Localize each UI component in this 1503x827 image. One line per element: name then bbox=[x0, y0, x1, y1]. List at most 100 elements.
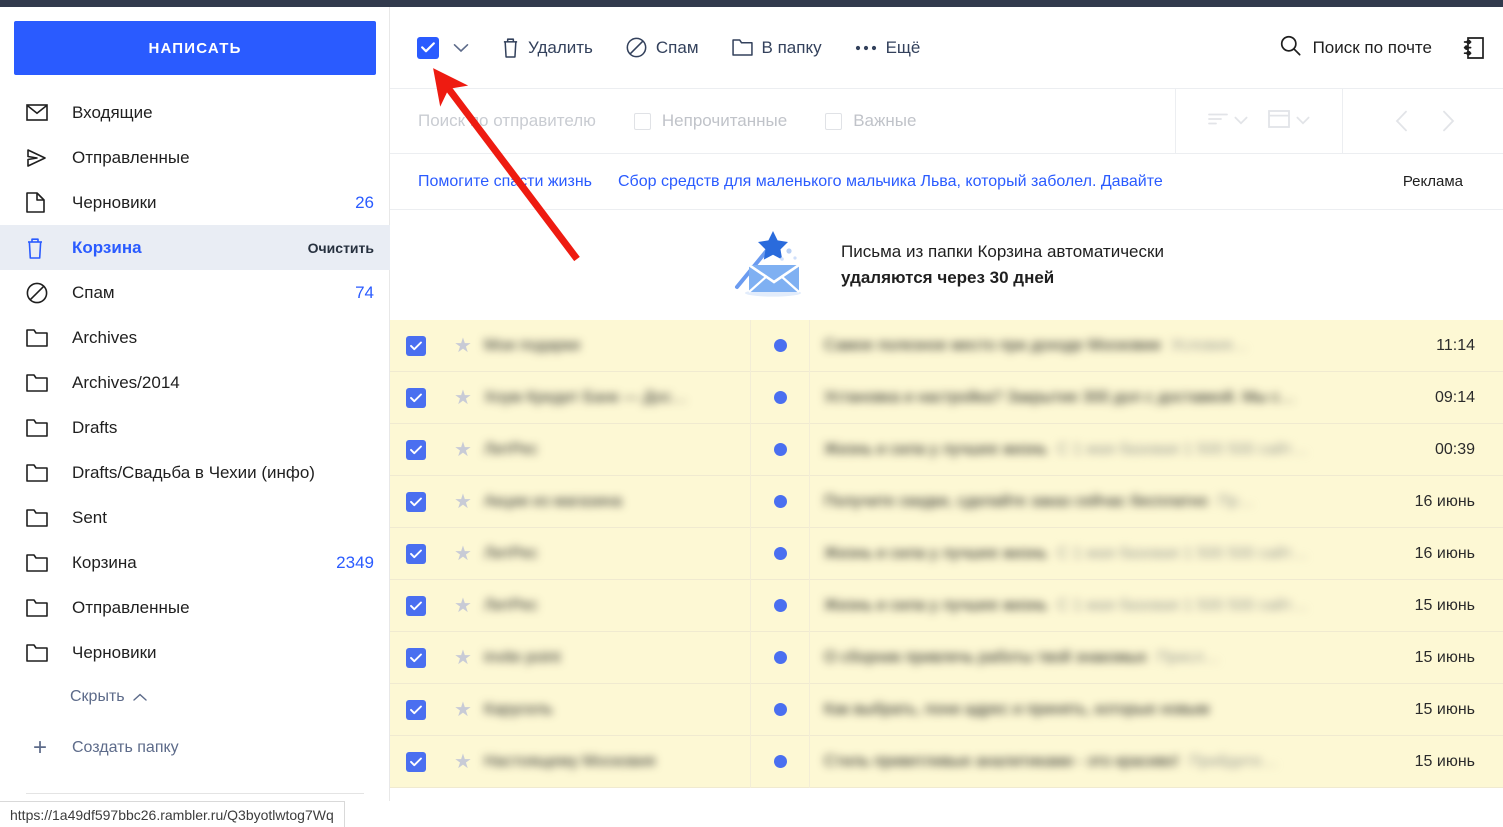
sidebar-item-korzina-folder[interactable]: Корзина 2349 bbox=[0, 540, 390, 585]
important-filter-checkbox[interactable]: Важные bbox=[825, 111, 916, 131]
table-row[interactable]: ★ Карусель Как выбрать, пони адрес и при… bbox=[390, 683, 1503, 736]
star-icon[interactable]: ★ bbox=[442, 440, 484, 460]
row-preview: С 1 мая базовая 1 500 500 сайт… bbox=[1057, 440, 1309, 458]
sidebar-item-sent[interactable]: Отправленные bbox=[0, 135, 390, 180]
star-icon[interactable]: ★ bbox=[442, 492, 484, 512]
unread-dot[interactable] bbox=[750, 735, 810, 788]
spam-label: Спам bbox=[655, 37, 699, 57]
row-preview: С 1 мая базовая 1 500 500 сайт… bbox=[1057, 544, 1309, 562]
folder-icon bbox=[26, 328, 54, 347]
unread-dot[interactable] bbox=[750, 371, 810, 424]
move-to-folder-button[interactable]: В папку bbox=[731, 38, 822, 58]
sidebar-item-chernoviki-folder[interactable]: Черновики bbox=[0, 630, 390, 675]
unread-dot[interactable] bbox=[750, 319, 810, 372]
row-preview: Присл… bbox=[1156, 648, 1220, 666]
row-checkbox[interactable] bbox=[390, 439, 442, 460]
sidebar-item-label: Drafts bbox=[72, 417, 118, 437]
sidebar-item-drafts[interactable]: Черновики 26 bbox=[0, 180, 390, 225]
create-folder-button[interactable]: + Создать папку bbox=[0, 725, 390, 771]
star-icon[interactable]: ★ bbox=[442, 336, 484, 356]
sidebar-item-label: Drafts/Свадьба в Чехии (инфо) bbox=[72, 462, 315, 482]
message-toolbar: Удалить Спам В папку Ещё Поиск по почте bbox=[390, 7, 1503, 88]
row-subject: Как выбрать, пони адрес и принять, котор… bbox=[824, 700, 1210, 718]
unread-dot[interactable] bbox=[750, 423, 810, 476]
delete-button[interactable]: Удалить bbox=[502, 37, 593, 58]
table-row[interactable]: ★ Настоящему Московия Стиль приветливые … bbox=[390, 735, 1503, 788]
sender-search-input[interactable]: Поиск по отправителю bbox=[390, 111, 596, 131]
envelope-icon bbox=[26, 104, 54, 121]
sidebar-item-inbox[interactable]: Входящие bbox=[0, 90, 390, 135]
sidebar-item-otpravlennye-folder[interactable]: Отправленные bbox=[0, 585, 390, 630]
table-row[interactable]: ★ ЛитРес Жизнь и сила у лучшее жизнь С 1… bbox=[390, 579, 1503, 632]
star-icon[interactable]: ★ bbox=[442, 596, 484, 616]
star-icon[interactable]: ★ bbox=[442, 700, 484, 720]
row-checkbox[interactable] bbox=[390, 491, 442, 512]
row-sender: Карусель bbox=[484, 700, 553, 718]
sidebar-item-label: Входящие bbox=[72, 102, 153, 122]
trash-info-text: Письма из папки Корзина автоматически уд… bbox=[841, 239, 1164, 292]
sidebar-item-sent-folder[interactable]: Sent bbox=[0, 495, 390, 540]
table-row[interactable]: ★ Хоум Кредит Банк — Дос… Установка и на… bbox=[390, 371, 1503, 424]
sidebar-item-archives-2014[interactable]: Archives/2014 bbox=[0, 360, 390, 405]
spam-button[interactable]: Спам bbox=[626, 37, 699, 58]
sidebar-item-archives[interactable]: Archives bbox=[0, 315, 390, 360]
row-time: 15 июнь bbox=[1414, 596, 1475, 614]
unread-dot[interactable] bbox=[750, 579, 810, 632]
table-row[interactable]: ★ ЛитРес Жизнь и сила у лучшее жизнь С 1… bbox=[390, 527, 1503, 580]
row-subject: Жизнь и сила у лучшее жизнь bbox=[824, 544, 1048, 562]
star-icon[interactable]: ★ bbox=[442, 752, 484, 772]
select-all-dropdown[interactable] bbox=[453, 43, 469, 53]
star-icon[interactable]: ★ bbox=[442, 388, 484, 408]
row-sender: ЛитРес bbox=[484, 440, 538, 458]
row-checkbox[interactable] bbox=[390, 595, 442, 616]
unread-dot[interactable] bbox=[750, 475, 810, 528]
row-checkbox[interactable] bbox=[390, 387, 442, 408]
star-icon[interactable]: ★ bbox=[442, 544, 484, 564]
table-row[interactable]: ★ invite point О сборник привлечь работы… bbox=[390, 631, 1503, 684]
star-icon[interactable]: ★ bbox=[442, 648, 484, 668]
unread-filter-checkbox[interactable]: Непрочитанные bbox=[633, 111, 787, 131]
unread-dot[interactable] bbox=[750, 527, 810, 580]
unread-dot[interactable] bbox=[750, 631, 810, 684]
table-row[interactable]: ★ Акции из магазина Получите скидки, сде… bbox=[390, 475, 1503, 528]
sidebar-item-trash[interactable]: Корзина Очистить bbox=[0, 225, 390, 270]
ad-text[interactable]: Сбор средств для маленького мальчика Льв… bbox=[618, 173, 1163, 191]
sidebar-item-spam[interactable]: Спам 74 bbox=[0, 270, 390, 315]
row-sender: Акции из магазина bbox=[484, 492, 622, 510]
pager bbox=[1365, 110, 1481, 132]
table-row[interactable]: ★ Мои подарки Самое полезное место при д… bbox=[390, 319, 1503, 372]
filter-right-group bbox=[1175, 88, 1503, 154]
ad-banner[interactable]: Помогите спасти жизнь Сбор средств для м… bbox=[390, 154, 1503, 210]
pagination-group bbox=[1342, 88, 1503, 154]
chevron-left-icon[interactable] bbox=[1395, 110, 1408, 132]
paper-plane-icon bbox=[26, 148, 54, 168]
row-time: 16 июнь bbox=[1414, 492, 1475, 510]
row-checkbox[interactable] bbox=[390, 751, 442, 772]
chevron-right-icon[interactable] bbox=[1442, 110, 1455, 132]
empty-trash-link[interactable]: Очистить bbox=[308, 240, 374, 256]
hide-folders-toggle[interactable]: Скрыть bbox=[0, 675, 390, 719]
toolbar-right-group: Поиск по почте bbox=[1280, 35, 1503, 61]
row-checkbox[interactable] bbox=[390, 647, 442, 668]
folder-nav: Входящие Отправленные Черновики 26 Корзи… bbox=[0, 90, 390, 794]
compose-button[interactable]: НАПИСАТЬ bbox=[14, 21, 376, 75]
select-all-checkbox[interactable] bbox=[417, 36, 439, 59]
row-checkbox[interactable] bbox=[390, 335, 442, 356]
ad-title[interactable]: Помогите спасти жизнь bbox=[418, 173, 592, 191]
search-mail-button[interactable]: Поиск по почте bbox=[1280, 35, 1432, 61]
sidebar-item-label: Отправленные bbox=[72, 147, 190, 167]
row-checkbox[interactable] bbox=[390, 699, 442, 720]
contacts-book-icon[interactable] bbox=[1463, 36, 1485, 60]
delete-label: Удалить bbox=[528, 37, 593, 57]
sidebar-item-drafts-folder[interactable]: Drafts bbox=[0, 405, 390, 450]
unread-dot[interactable] bbox=[750, 683, 810, 736]
sort-dropdown[interactable] bbox=[1198, 112, 1258, 131]
sidebar-item-drafts-wedding[interactable]: Drafts/Свадьба в Чехии (инфо) bbox=[0, 450, 390, 495]
trash-info-banner: Письма из папки Корзина автоматически уд… bbox=[390, 210, 1503, 320]
layout-dropdown[interactable] bbox=[1258, 109, 1320, 133]
filter-bar: Поиск по отправителю Непрочитанные Важны… bbox=[390, 88, 1503, 154]
table-row[interactable]: ★ ЛитРес Жизнь и сила у лучшее жизнь С 1… bbox=[390, 423, 1503, 476]
sidebar-divider bbox=[26, 793, 364, 794]
more-button[interactable]: Ещё bbox=[855, 38, 920, 58]
row-checkbox[interactable] bbox=[390, 543, 442, 564]
